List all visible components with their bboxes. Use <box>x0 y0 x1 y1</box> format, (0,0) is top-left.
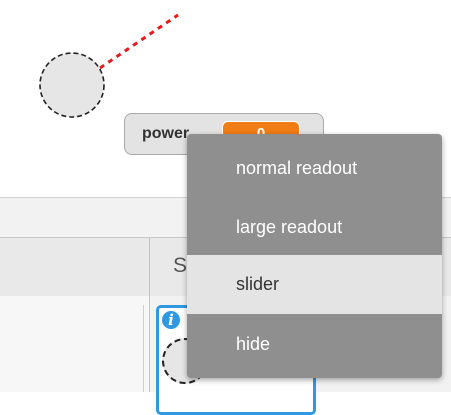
info-icon[interactable]: i <box>162 311 180 329</box>
menu-item-hide[interactable]: hide <box>187 315 442 374</box>
stage-sprite[interactable] <box>39 52 105 118</box>
menu-item-slider[interactable]: slider <box>187 255 442 314</box>
sprite-direction-line <box>99 13 179 70</box>
menu-item-normal-readout[interactable]: normal readout <box>187 139 442 198</box>
sprite-pane-title: S <box>173 254 188 277</box>
pane-divider <box>149 238 150 392</box>
watcher-context-menu: normal readout large readout slider hide <box>187 134 442 378</box>
stage-thumbnail-pane <box>0 296 149 392</box>
watcher-label: power <box>142 125 190 142</box>
menu-item-large-readout[interactable]: large readout <box>187 198 442 257</box>
pane-edge <box>143 305 144 392</box>
